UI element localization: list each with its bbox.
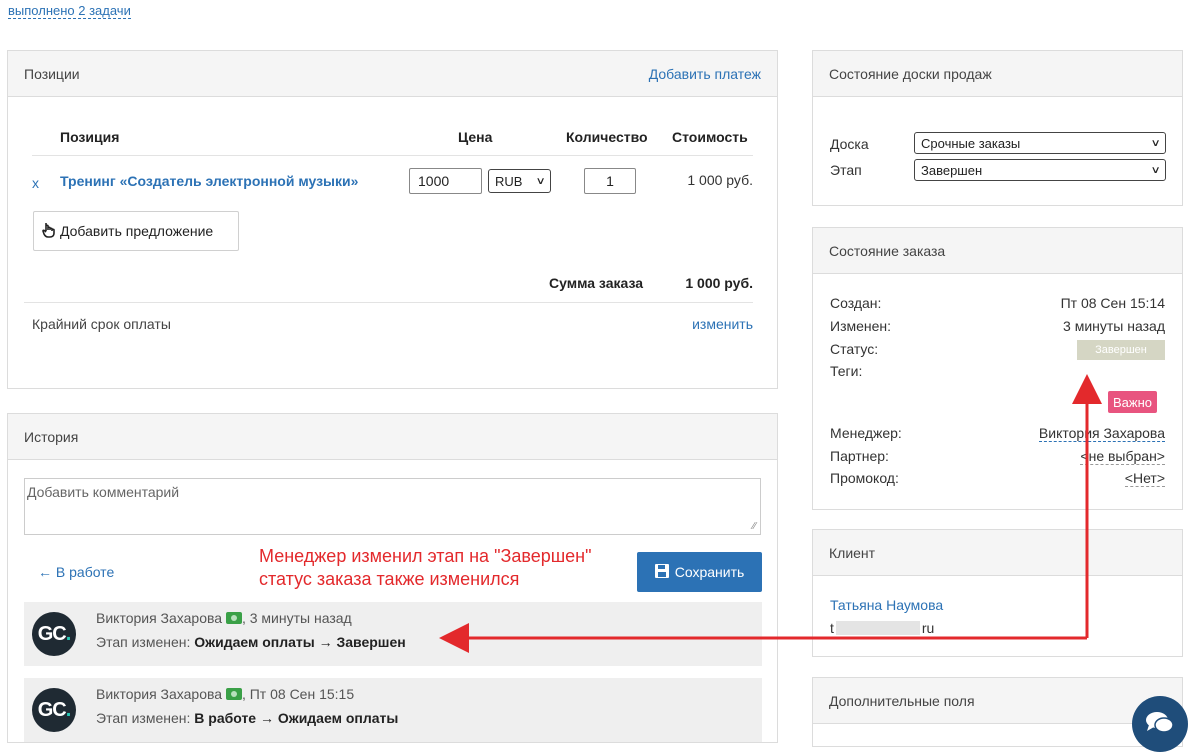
history-author: Виктория Захарова: [96, 610, 223, 626]
annotation-line: статус заказа также изменился: [259, 569, 520, 589]
created-value: Пт 08 Сен 15:14: [1060, 295, 1165, 311]
money-icon: [225, 688, 242, 700]
order-state-panel: Состояние заказа Создан: Пт 08 Сен 15:14…: [812, 227, 1183, 510]
col-header-cost: Стоимость: [672, 129, 748, 145]
history-change: Ожидаем оплаты → Завершен: [194, 634, 406, 650]
save-button[interactable]: Сохранить: [637, 552, 762, 592]
price-input[interactable]: 1000: [409, 168, 482, 194]
positions-header: Позиции Добавить платеж: [8, 51, 777, 97]
board-select[interactable]: Срочные заказы ∨: [914, 132, 1166, 154]
annotation-line: Менеджер изменил этап на "Завершен": [259, 546, 592, 566]
partner-label: Партнер:: [830, 448, 889, 464]
quantity-value: 1: [606, 173, 614, 189]
add-offer-label: Добавить предложение: [60, 223, 214, 239]
redacted-block: [835, 621, 920, 635]
col-header-price: Цена: [458, 129, 493, 145]
chevron-down-icon: ∨: [1150, 164, 1161, 176]
manager-label: Менеджер:: [830, 425, 902, 441]
comment-textarea[interactable]: Добавить комментарий ∕∕: [24, 478, 761, 535]
extra-header: Дополнительные поля: [813, 678, 1182, 724]
col-header-position: Позиция: [60, 129, 120, 145]
tags-label: Теги:: [830, 363, 863, 379]
divider: [32, 155, 753, 156]
avatar: GC.: [32, 612, 76, 656]
extra-title: Дополнительные поля: [829, 692, 975, 709]
currency-value: RUB: [495, 173, 523, 189]
price-value: 1000: [418, 173, 450, 189]
chevron-down-icon: ∨: [535, 175, 546, 187]
tag-badge[interactable]: Важно: [1107, 391, 1157, 413]
comment-placeholder: Добавить комментарий: [27, 484, 180, 500]
status-label: Статус:: [830, 341, 879, 357]
history-title: История: [24, 428, 79, 445]
history-author: Виктория Захарова: [96, 686, 223, 702]
currency-select[interactable]: RUB ∨: [488, 169, 551, 193]
history-item: GC. Виктория Захарова , Пт 08 Сен 15:15 …: [24, 678, 762, 742]
divider: [24, 302, 753, 303]
promo-link[interactable]: <Нет>: [1124, 470, 1165, 487]
deadline-change-link[interactable]: изменить: [692, 316, 753, 332]
money-icon: [225, 612, 242, 624]
promo-label: Промокод:: [830, 470, 899, 486]
history-item: GC. Виктория Захарова , 3 минуты назад Э…: [24, 602, 762, 666]
sales-board-panel: Состояние доски продаж Доска Срочные зак…: [812, 50, 1183, 206]
chat-bubble-icon: [1145, 710, 1175, 739]
created-label: Создан:: [830, 295, 882, 311]
client-name-link[interactable]: Татьяна Наумова: [830, 597, 943, 613]
add-payment-link[interactable]: Добавить платеж: [649, 66, 761, 82]
positions-panel: Позиции Добавить платеж Позиция Цена Кол…: [7, 50, 778, 389]
quantity-input[interactable]: 1: [584, 168, 636, 194]
total-value: 1 000 руб.: [685, 275, 753, 291]
completed-tasks-link[interactable]: выполнено 2 задачи: [8, 3, 131, 19]
hand-pointer-icon: [42, 222, 56, 241]
add-offer-button[interactable]: Добавить предложение: [33, 211, 239, 251]
board-title: Состояние доски продаж: [829, 65, 992, 82]
remove-position-button[interactable]: x: [32, 175, 39, 191]
client-title: Клиент: [829, 544, 876, 561]
status-badge: Завершен: [1077, 340, 1165, 360]
history-time: , Пт 08 Сен 15:15: [241, 686, 355, 702]
stage-value: Завершен: [921, 162, 983, 178]
total-label: Сумма заказа: [549, 275, 644, 291]
deadline-label: Крайний срок оплаты: [32, 316, 171, 332]
save-label: Сохранить: [674, 564, 745, 580]
chat-button[interactable]: [1132, 696, 1188, 752]
position-cost: 1 000 руб.: [687, 172, 753, 188]
modified-value: 3 минуты назад: [1063, 318, 1165, 334]
board-value: Срочные заказы: [921, 135, 1021, 151]
positions-title: Позиции: [24, 65, 80, 82]
manager-link[interactable]: Виктория Захарова: [1038, 425, 1165, 442]
position-name-link[interactable]: Тренинг «Создатель электронной музыки»: [60, 173, 358, 189]
history-prefix: Этап изменен:: [96, 634, 195, 650]
board-label: Доска: [830, 136, 869, 152]
order-header: Состояние заказа: [813, 228, 1182, 274]
annotation-text: Менеджер изменил этап на "Завершен" стат…: [259, 545, 592, 591]
history-change: В работе → Ожидаем оплаты: [194, 710, 399, 726]
resize-handle-icon[interactable]: ∕∕: [753, 521, 756, 532]
col-header-quantity: Количество: [566, 129, 648, 145]
board-header: Состояние доски продаж: [813, 51, 1182, 97]
stage-label: Этап: [830, 162, 862, 178]
stage-select[interactable]: Завершен ∨: [914, 159, 1166, 181]
client-panel: Клиент Татьяна Наумова t ru: [812, 529, 1183, 657]
back-stage-link[interactable]: ← В работе: [38, 564, 114, 580]
client-header: Клиент: [813, 530, 1182, 576]
history-time: , 3 минуты назад: [241, 610, 352, 626]
partner-link[interactable]: <не выбран>: [1080, 448, 1165, 465]
chevron-down-icon: ∨: [1150, 137, 1161, 149]
modified-label: Изменен:: [830, 318, 892, 334]
history-header: История: [8, 414, 777, 460]
order-title: Состояние заказа: [829, 242, 946, 259]
avatar: GC.: [32, 688, 76, 732]
extra-fields-panel: Дополнительные поля: [812, 677, 1183, 747]
history-prefix: Этап изменен:: [96, 710, 195, 726]
client-email: t ru: [830, 620, 935, 636]
floppy-disk-icon: [654, 563, 669, 581]
